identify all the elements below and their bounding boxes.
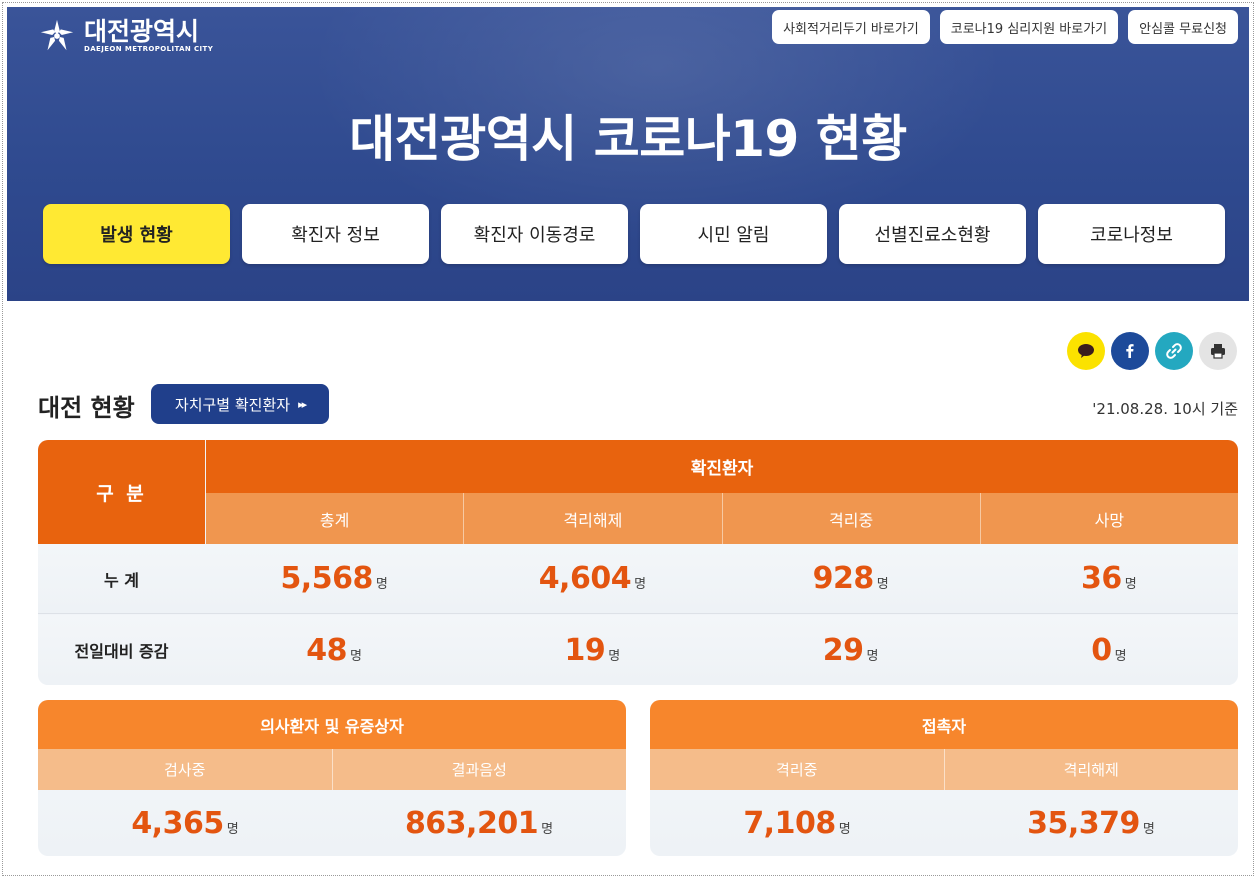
main-tabs: 발생 현황 확진자 정보 확진자 이동경로 시민 알림 선별진료소현황 코로나정… <box>43 204 1225 264</box>
value: 35,379 <box>1027 805 1140 841</box>
confirmed-cases-table: 구 분 확진환자 총계 격리해제 격리중 사망 누 계 5,568 명 4,604… <box>38 440 1238 685</box>
unit: 명 <box>838 821 851 837</box>
contacts-isolated-count: 7,108 명 <box>650 806 944 841</box>
unit: 명 <box>375 577 388 592</box>
unit: 명 <box>608 648 621 664</box>
column-header-negative: 결과음성 <box>331 749 626 790</box>
daily-isolated: 29 명 <box>722 633 980 668</box>
row-label-daily-change: 전일대비 증감 <box>74 642 169 661</box>
daily-deaths: 0명 <box>980 633 1238 668</box>
column-header-testing: 검사중 <box>38 749 332 790</box>
value: 7,108 <box>743 805 836 841</box>
site-logo[interactable]: 대전광역시 DAEJEON METROPOLITAN CITY <box>38 17 213 55</box>
facebook-icon[interactable] <box>1111 332 1149 370</box>
unit: 명 <box>350 648 362 664</box>
unit: 명 <box>1124 577 1137 592</box>
logo-korean-text: 대전광역시 <box>84 17 200 46</box>
psych-support-link[interactable]: 코로나19 심리지원 바로가기 <box>939 10 1119 44</box>
tab-citizen-notice[interactable]: 시민 알림 <box>640 204 827 264</box>
value: 29 <box>822 632 864 668</box>
unit: 명 <box>226 821 239 837</box>
social-distancing-link[interactable]: 사회적거리두기 바로가기 <box>772 10 930 44</box>
confirmed-group-header: 확진환자 <box>206 440 1238 493</box>
tab-patient-info[interactable]: 확진자 정보 <box>242 204 429 264</box>
header-banner: 대전광역시 DAEJEON METROPOLITAN CITY 사회적거리두기 … <box>7 7 1249 301</box>
value: 19 <box>564 632 606 668</box>
contacts-box-title: 접촉자 <box>650 700 1238 749</box>
value: 48 <box>306 632 348 668</box>
daily-total: 48 명 <box>205 633 463 668</box>
negative-count: 863,201 명 <box>332 806 626 841</box>
column-header-contacts-isolated: 격리중 <box>650 749 944 790</box>
suspect-box-title: 의사환자 및 유증상자 <box>38 700 626 749</box>
cumulative-deaths: 36 명 <box>980 561 1238 596</box>
unit: 명 <box>876 577 889 592</box>
contacts-box: 접촉자 격리중 격리해제 7,108 명 35,379 명 <box>650 700 1238 856</box>
tab-screening-clinics[interactable]: 선별진료소현황 <box>839 204 1026 264</box>
unit: 명 <box>1142 821 1155 837</box>
table-row-daily-change: 전일대비 증감 48 명 19 명 29 명 0명 <box>38 615 1238 685</box>
unit: 명 <box>866 648 879 664</box>
value: 4,604 <box>538 561 632 596</box>
cumulative-total: 5,568 명 <box>205 561 463 596</box>
column-header-total: 총계 <box>206 493 464 544</box>
double-arrow-icon: ▸▸ <box>298 397 307 411</box>
column-header-isolated: 격리중 <box>721 493 980 544</box>
table-row-cumulative: 누 계 5,568 명 4,604 명 928 명 36 명 <box>38 544 1238 614</box>
cumulative-isolated: 928 명 <box>722 561 980 596</box>
top-links: 사회적거리두기 바로가기 코로나19 심리지원 바로가기 안심콜 무료신청 <box>772 10 1238 44</box>
tab-outbreak-status[interactable]: 발생 현황 <box>43 204 230 264</box>
suspect-cases-box: 의사환자 및 유증상자 검사중 결과음성 4,365 명 863,201 명 <box>38 700 626 856</box>
column-header-deaths: 사망 <box>979 493 1238 544</box>
logo-english-text: DAEJEON METROPOLITAN CITY <box>84 45 214 53</box>
value: 928 <box>812 561 875 596</box>
section-title: 대전 현황 <box>38 394 135 422</box>
contacts-released-count: 35,379 명 <box>944 806 1238 841</box>
safe-call-link[interactable]: 안심콜 무료신청 <box>1128 10 1238 44</box>
district-cases-label: 자치구별 확진환자 <box>174 395 291 414</box>
cumulative-released: 4,604 명 <box>463 561 721 596</box>
unit: 명 <box>634 577 647 592</box>
value: 863,201 <box>404 805 539 841</box>
table-corner-header: 구 분 <box>38 440 205 544</box>
value: 5,568 <box>280 561 373 596</box>
unit: 명 <box>541 821 554 837</box>
column-headers: 총계 격리해제 격리중 사망 <box>206 493 1238 544</box>
column-header-released: 격리해제 <box>463 493 722 544</box>
tab-patient-route[interactable]: 확진자 이동경로 <box>441 204 628 264</box>
value: 0 <box>1091 632 1112 668</box>
suspect-box-headers: 검사중 결과음성 <box>38 749 626 790</box>
contacts-box-headers: 격리중 격리해제 <box>650 749 1238 790</box>
suspect-box-values: 4,365 명 863,201 명 <box>38 790 626 856</box>
unit: 명 <box>1114 648 1127 664</box>
column-header-contacts-released: 격리해제 <box>943 749 1238 790</box>
value: 4,365 <box>131 805 224 841</box>
value: 36 <box>1081 561 1122 596</box>
link-icon[interactable] <box>1155 332 1193 370</box>
tab-corona-info[interactable]: 코로나정보 <box>1038 204 1225 264</box>
row-label-cumulative: 누 계 <box>103 570 139 590</box>
daejeon-emblem-icon <box>40 19 74 51</box>
daily-released: 19 명 <box>463 633 721 668</box>
page-title: 대전광역시 코로나19 현황 <box>349 110 907 168</box>
print-icon[interactable] <box>1199 332 1237 370</box>
share-buttons <box>1067 332 1237 370</box>
basis-timestamp: '21.08.28. 10시 기준 <box>1092 400 1238 418</box>
district-cases-button[interactable]: 자치구별 확진환자 ▸▸ <box>151 384 329 424</box>
testing-count: 4,365 명 <box>38 806 332 841</box>
kakaotalk-icon[interactable] <box>1067 332 1105 370</box>
contacts-box-values: 7,108 명 35,379 명 <box>650 790 1238 856</box>
